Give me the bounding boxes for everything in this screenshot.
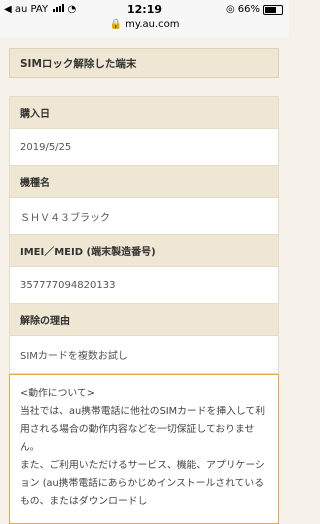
- notice-box: <動作について> 当社では、au携帯電話に他社のSIMカードを挿入して利用される…: [9, 374, 279, 524]
- status-bar: ◀ au PAY ◔ 12:19 🔒 my.au.com ◎ 66%: [0, 0, 289, 38]
- section-title-text: SIMロック解除した端末: [20, 57, 137, 70]
- unlock-reason-label: 解除の理由: [10, 304, 278, 336]
- battery-icon: [263, 4, 283, 15]
- model-name-label: 機種名: [10, 166, 278, 198]
- model-name-value: ＳＨＶ４３ブラック: [10, 198, 278, 235]
- lock-icon: 🔒: [109, 19, 122, 30]
- notice-text-2: また、ご利用いただけるサービス、機能、アプリケーション (au携帯電話にあらかじ…: [20, 460, 265, 507]
- battery-status: ◎ 66%: [226, 4, 283, 15]
- imei-value: 357777094820133: [10, 267, 278, 304]
- notice-heading: <動作について>: [20, 388, 95, 399]
- purchase-date-value: 2019/5/25: [10, 129, 278, 166]
- notice-text-1: 当社では、au携帯電話に他社のSIMカードを挿入して利用される場合の動作内容など…: [20, 406, 266, 453]
- url-text: my.au.com: [125, 19, 180, 30]
- orientation-lock-icon: ◎: [226, 4, 235, 15]
- unlock-reason-value: SIMカードを複数お試し: [10, 336, 278, 373]
- section-title: SIMロック解除した端末: [9, 48, 279, 78]
- purchase-date-label: 購入日: [10, 97, 278, 129]
- url-bar[interactable]: 🔒 my.au.com: [0, 19, 289, 30]
- battery-percent: 66%: [237, 4, 260, 15]
- device-info-card: 購入日 2019/5/25 機種名 ＳＨＶ４３ブラック IMEI／MEID (端…: [9, 96, 279, 374]
- imei-label: IMEI／MEID (端末製造番号): [10, 235, 278, 267]
